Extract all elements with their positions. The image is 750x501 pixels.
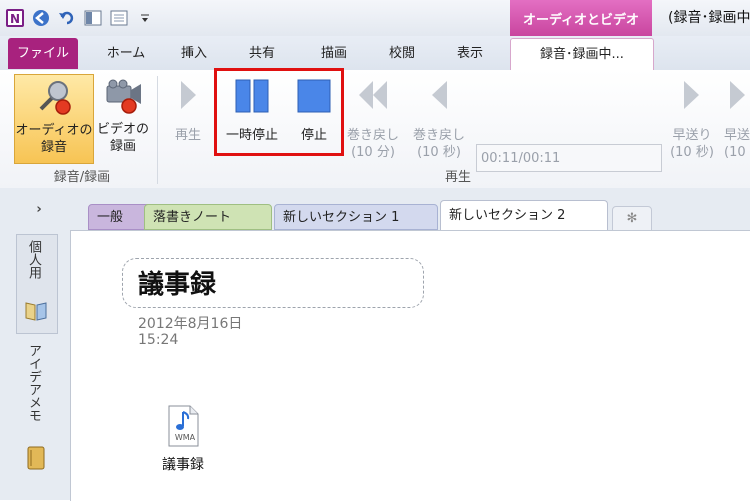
section-tab-new-1[interactable]: 新しいセクション 1 [274,204,438,230]
attachment-type-badge: WMA [174,433,196,442]
ribbon: オーディオの 録音 ビデオの 録画 録音/録画 再生 一時停止 停止 巻き戻し … [0,70,750,189]
svg-text:N: N [10,12,20,26]
fast-forward-double-icon [730,81,745,109]
context-group-audio-video: オーディオとビデオ [510,0,652,36]
rewind-10min-label-2: (10 分) [351,145,395,160]
tab-draw[interactable]: 描画 [312,38,356,69]
group-separator [157,76,158,184]
window-title: (録音･録画中 [668,10,750,26]
record-video-label-1: ビデオの [96,122,149,137]
highlight-pause-stop [214,68,344,156]
page-date: 2012年8月16日 [138,316,243,332]
page-title[interactable]: 議事録 [138,264,216,301]
video-camera-icon [106,79,141,114]
back-icon[interactable] [30,7,52,29]
record-video-button[interactable]: ビデオの 録画 [96,74,150,164]
section-tab-scribbles[interactable]: 落書きノート [144,204,272,230]
fast-forward-10min-button[interactable]: 早送 (10 [724,78,750,161]
play-icon [181,81,196,109]
fast-forward-icon [684,81,699,109]
record-audio-button[interactable]: オーディオの 録音 [14,74,94,164]
tab-share[interactable]: 共有 [240,38,284,69]
customize-qat-icon[interactable] [134,7,156,29]
group-label-record: 録音/録画 [53,170,111,185]
expand-navigation-icon[interactable]: › [30,202,48,220]
tab-file[interactable]: ファイル [8,38,78,69]
add-section-icon[interactable]: ✻ [612,206,652,232]
fast-forward-10sec-button[interactable]: 早送り (10 秒) [664,78,720,161]
play-label: 再生 [174,128,201,143]
rewind-double-icon [359,81,387,109]
tab-recording[interactable]: 録音･録画中... [510,38,654,70]
tab-review[interactable]: 校閲 [380,38,424,69]
section-tab-general[interactable]: 一般 [88,204,152,230]
dock-view-icon[interactable] [82,7,104,29]
rewind-10min-button[interactable]: 巻き戻し (10 分) [344,78,402,161]
section-tab-new-2[interactable]: 新しいセクション 2 [440,200,608,230]
play-button[interactable]: 再生 [166,78,210,144]
tab-home[interactable]: ホーム [98,38,154,69]
ribbon-tab-row: ファイル ホーム 挿入 共有 描画 校閲 表示 録音･録画中... [0,36,750,71]
notebook-icon [24,300,48,326]
page-time: 15:24 [138,332,179,348]
fast-forward-10min-label-1: 早送 [724,128,750,143]
record-audio-label-1: オーディオの [15,123,93,138]
fast-forward-10sec-label-1: 早送り [672,128,712,143]
rewind-icon [432,81,447,109]
record-audio-label-2: 録音 [40,140,67,155]
notebook-personal-label: 個人用 [26,240,41,279]
fast-forward-10sec-label-2: (10 秒) [670,145,714,160]
record-video-label-2: 録画 [109,139,136,154]
onenote-logo-icon[interactable]: N [4,7,26,29]
tab-insert[interactable]: 挿入 [172,38,216,69]
undo-icon[interactable] [56,7,78,29]
notebook-ideas-label[interactable]: アイデアメモ [24,344,43,422]
quick-access-toolbar: N [0,0,156,36]
group-label-playback: 再生 [444,170,471,185]
fast-forward-10min-label-2: (10 [724,145,746,160]
microphone-icon [39,81,71,115]
rewind-10sec-button[interactable]: 巻き戻し (10 秒) [410,78,468,161]
attachment-label: 議事録 [162,457,204,473]
full-page-view-icon[interactable] [108,7,130,29]
rewind-10sec-label-2: (10 秒) [417,145,461,160]
tab-view[interactable]: 表示 [448,38,492,69]
rewind-10sec-label-1: 巻き戻し [412,128,465,143]
rewind-10min-label-1: 巻き戻し [346,128,399,143]
notebook-closed-icon[interactable] [26,446,46,474]
